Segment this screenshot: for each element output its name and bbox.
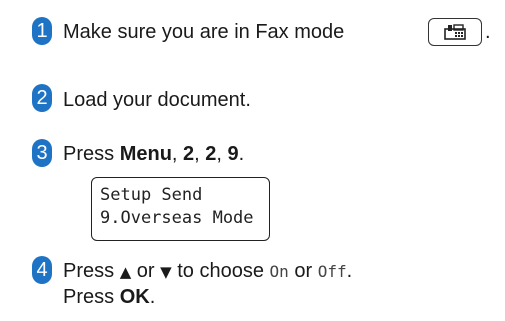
lcd-line-1: Setup Send xyxy=(100,185,203,205)
step-4-line-2-end: . xyxy=(149,286,156,308)
digit-key-1: 2 xyxy=(183,143,195,165)
step-1-instruction: Make sure you are in Fax mode xyxy=(63,21,345,43)
step-3-prefix: Press xyxy=(63,143,120,165)
option-off: Off xyxy=(317,262,347,281)
step-4-badge: 4 xyxy=(32,256,52,284)
step-2-badge: 2 xyxy=(32,84,52,112)
down-arrow-icon: ▼ xyxy=(160,263,172,281)
step-3-badge: 3 xyxy=(32,139,52,167)
ok-key-label: OK xyxy=(119,286,150,308)
step-4-prefix: Press xyxy=(63,260,120,282)
step-3-end: . xyxy=(238,143,245,165)
step-3-sep-2: , xyxy=(194,143,206,165)
step-1-trailing: . xyxy=(485,21,491,43)
step-3-sep-3: , xyxy=(216,143,228,165)
step-4-mid: to choose xyxy=(171,260,270,282)
step-4-line-2: Press OK. xyxy=(63,284,155,310)
step-4-end: . xyxy=(346,260,353,282)
up-arrow-icon: ▲ xyxy=(119,263,132,281)
step-3-sep-1: , xyxy=(171,143,184,165)
option-on: On xyxy=(269,262,289,281)
step-4-line-1: Press ▲ or ▼ to choose On or Off. xyxy=(63,258,352,285)
step-1-text: Make sure you are in Fax mode xyxy=(63,19,344,45)
digit-key-2: 2 xyxy=(205,143,217,165)
step-4-or-1: or xyxy=(131,260,161,282)
step-3-text: Press Menu, 2, 2, 9. xyxy=(63,141,244,167)
lcd-display: Setup Send 9.Overseas Mode xyxy=(91,177,270,241)
fax-icon xyxy=(444,24,466,40)
menu-key-label: Menu xyxy=(119,143,172,165)
digit-key-3: 9 xyxy=(227,143,239,165)
fax-mode-key xyxy=(428,18,482,46)
step-2-text: Load your document. xyxy=(63,89,251,111)
step-4-or-2: or xyxy=(288,260,318,282)
lcd-line-2: 9.Overseas Mode xyxy=(100,208,254,228)
step-4-line-2-prefix: Press xyxy=(63,286,120,308)
step-1-badge: 1 xyxy=(32,17,52,45)
